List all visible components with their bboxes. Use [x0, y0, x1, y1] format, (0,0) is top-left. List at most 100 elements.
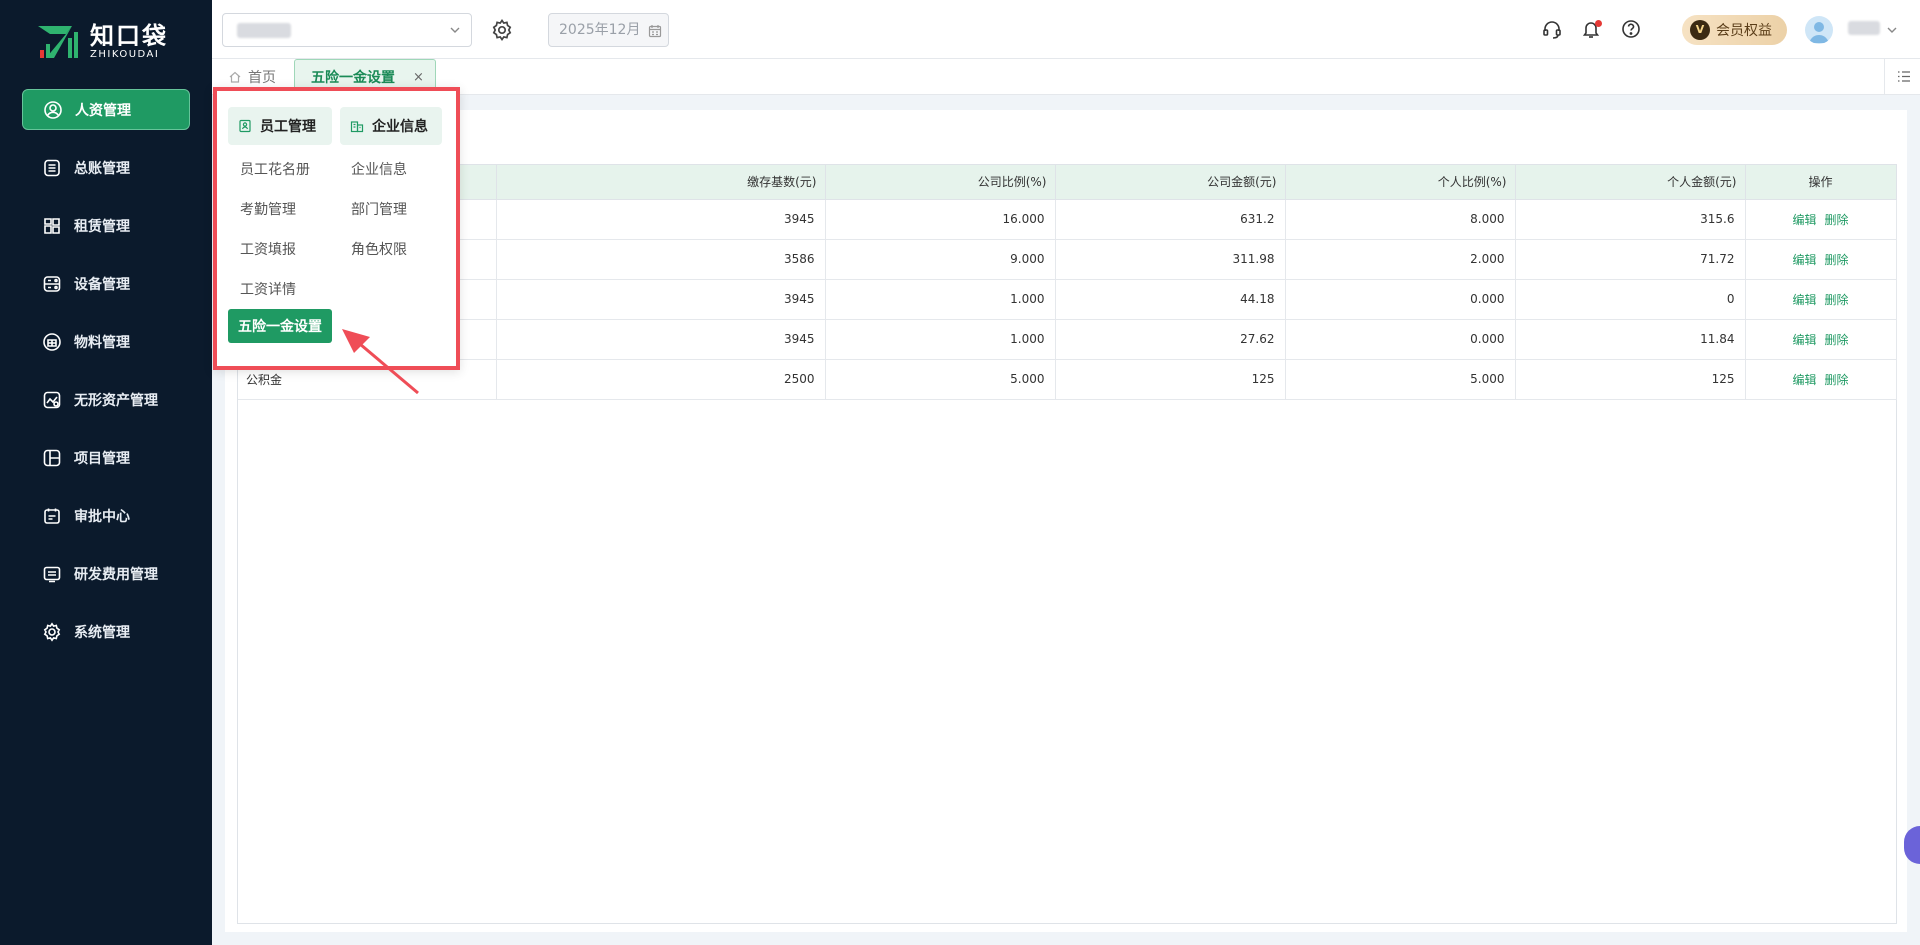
tab-bar: 首页 五险一金设置 × [212, 59, 1920, 95]
brand-name-cn: 知口袋 [90, 22, 168, 50]
column-header: 个人金额(元) [1515, 165, 1746, 200]
system-gear-icon [42, 621, 62, 642]
sidebar-nav: 人资管理 总账管理 租赁管理 设备管理 物料管理 无形资产管理 项目管理 审批中… [22, 89, 190, 669]
help-icon[interactable] [1620, 18, 1642, 40]
home-icon [229, 71, 241, 83]
membership-benefits-button[interactable]: V 会员权益 [1682, 15, 1787, 45]
column-header: 公司金额(元) [1055, 165, 1286, 200]
cell-company-ratio: 16.000 [825, 199, 1056, 240]
sidebar-item-ledger[interactable]: 总账管理 [22, 147, 190, 188]
table-row: 公积金 2500 5.000 125 5.000 125 编辑 删除 [238, 359, 1897, 400]
cell-company-ratio: 1.000 [825, 319, 1056, 360]
column-header: 个人比例(%) [1285, 165, 1516, 200]
cell-actions: 编辑 删除 [1745, 319, 1897, 360]
submenu-group-label: 企业信息 [372, 119, 428, 135]
content-panel: 缴存基数(元) 公司比例(%) 公司金额(元) 个人比例(%) 个人金额(元) … [225, 110, 1907, 932]
table-row: 3945 16.000 631.2 8.000 315.6 编辑 删除 [238, 199, 1897, 240]
sidebar-item-lease[interactable]: 租赁管理 [22, 205, 190, 246]
submenu-department[interactable]: 部门管理 [351, 199, 407, 219]
cell-base: 3945 [496, 279, 826, 320]
cell-actions: 编辑 删除 [1745, 359, 1897, 400]
delete-link[interactable]: 删除 [1825, 213, 1849, 227]
cell-company-amount: 44.18 [1055, 279, 1286, 320]
list-icon [1898, 71, 1910, 82]
sidebar-item-project[interactable]: 项目管理 [22, 437, 190, 478]
sidebar-item-label: 研发费用管理 [74, 566, 158, 583]
cell-personal-amount: 11.84 [1515, 319, 1746, 360]
delete-link[interactable]: 删除 [1825, 293, 1849, 307]
submenu-employee-roster[interactable]: 员工花名册 [240, 159, 310, 179]
sidebar-item-label: 物料管理 [74, 334, 130, 351]
sidebar-item-material[interactable]: 物料管理 [22, 321, 190, 362]
submenu-company-info[interactable]: 企业信息 [351, 159, 407, 179]
edit-link[interactable]: 编辑 [1792, 333, 1816, 347]
sidebar-item-hr[interactable]: 人资管理 [22, 89, 190, 130]
cell-actions: 编辑 删除 [1745, 199, 1897, 240]
sidebar-item-system[interactable]: 系统管理 [22, 611, 190, 652]
month-picker-value: 2025年12月 [559, 22, 641, 38]
sidebar-item-label: 设备管理 [74, 276, 130, 293]
cell-base: 2500 [496, 359, 826, 400]
calendar-icon [648, 25, 662, 38]
submenu-role-permissions[interactable]: 角色权限 [351, 239, 407, 259]
sidebar-item-label: 无形资产管理 [74, 392, 158, 409]
column-header: 公司比例(%) [825, 165, 1056, 200]
table-row: 3945 1.000 27.62 0.000 11.84 编辑 删除 [238, 319, 1897, 360]
cell-company-amount: 125 [1055, 359, 1286, 400]
column-header: 缴存基数(元) [496, 165, 826, 200]
rd-expense-icon [42, 564, 62, 584]
sidebar-item-label: 系统管理 [74, 624, 130, 641]
cell-base: 3945 [496, 319, 826, 360]
tab-menu-button[interactable] [1884, 59, 1920, 94]
cell-personal-ratio: 0.000 [1285, 319, 1516, 360]
month-picker[interactable]: 2025年12月 [548, 13, 669, 47]
cell-company-amount: 311.98 [1055, 239, 1286, 280]
sidebar-item-approval[interactable]: 审批中心 [22, 495, 190, 536]
sidebar-item-intangible[interactable]: 无形资产管理 [22, 379, 190, 420]
tab-home-label: 首页 [248, 69, 276, 86]
sidebar-item-device[interactable]: 设备管理 [22, 263, 190, 304]
edit-link[interactable]: 编辑 [1792, 373, 1816, 387]
submenu-group-label: 员工管理 [260, 119, 316, 135]
employee-card-icon [239, 119, 251, 133]
sidebar-item-label: 租赁管理 [74, 218, 130, 235]
edit-link[interactable]: 编辑 [1792, 213, 1816, 227]
column-header: 操作 [1745, 165, 1897, 200]
user-circle-icon [43, 100, 63, 120]
delete-link[interactable]: 删除 [1825, 373, 1849, 387]
submenu-salary-entry[interactable]: 工资填报 [240, 239, 296, 259]
submenu-attendance[interactable]: 考勤管理 [240, 199, 296, 219]
insurance-table: 缴存基数(元) 公司比例(%) 公司金额(元) 个人比例(%) 个人金额(元) … [237, 164, 1897, 924]
intangible-asset-icon [42, 390, 62, 410]
sidebar-item-label: 审批中心 [74, 508, 130, 525]
delete-link[interactable]: 删除 [1825, 333, 1849, 347]
headset-icon[interactable] [1541, 18, 1563, 40]
cell-personal-ratio: 8.000 [1285, 199, 1516, 240]
company-select[interactable] [222, 13, 472, 47]
submenu-salary-details[interactable]: 工资详情 [240, 279, 296, 299]
cell-base: 3945 [496, 199, 826, 240]
lease-icon [42, 216, 62, 236]
submenu-group-company[interactable]: 企业信息 [340, 107, 442, 145]
edit-link[interactable]: 编辑 [1792, 293, 1816, 307]
delete-link[interactable]: 删除 [1825, 253, 1849, 267]
building-icon [350, 121, 364, 133]
close-icon[interactable]: × [413, 70, 424, 85]
sidebar-item-rd-expense[interactable]: 研发费用管理 [22, 553, 190, 594]
membership-label: 会员权益 [1716, 23, 1772, 39]
cell-base: 3586 [496, 239, 826, 280]
submenu-group-employee[interactable]: 员工管理 [228, 107, 332, 145]
cell-company-ratio: 5.000 [825, 359, 1056, 400]
annotation-arrow-icon [342, 329, 419, 395]
chevron-down-icon[interactable] [1886, 24, 1898, 36]
edit-link[interactable]: 编辑 [1792, 253, 1816, 267]
avatar[interactable] [1805, 16, 1833, 44]
submenu-social-insurance-settings[interactable]: 五险一金设置 [228, 309, 332, 343]
redacted-username [1848, 21, 1880, 35]
settings-gear-icon[interactable] [490, 18, 514, 42]
table-row: 3945 1.000 44.18 0.000 0 编辑 删除 [238, 279, 1897, 320]
cell-personal-ratio: 5.000 [1285, 359, 1516, 400]
cell-personal-ratio: 2.000 [1285, 239, 1516, 280]
sidebar-item-label: 项目管理 [74, 450, 130, 467]
ledger-icon [42, 158, 62, 178]
